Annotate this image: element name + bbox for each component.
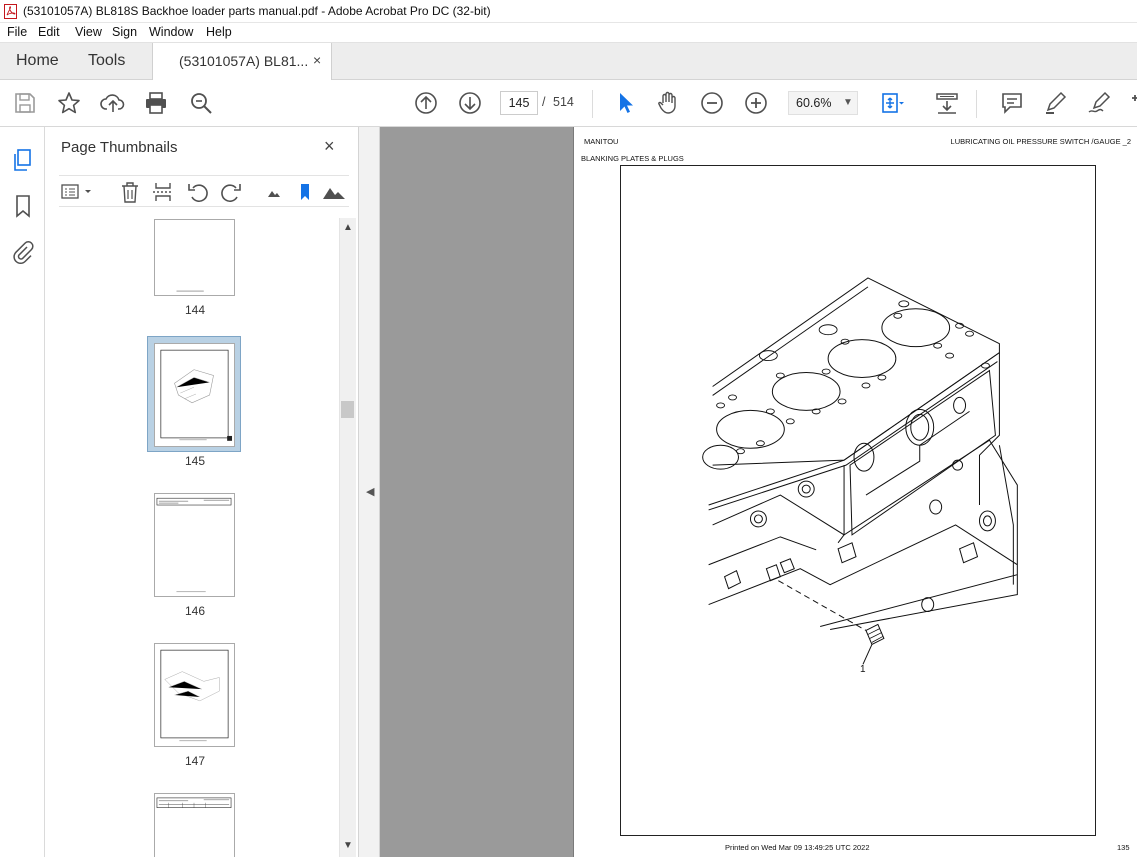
- collapse-arrow-icon: ◀: [366, 486, 375, 498]
- save-icon[interactable]: [12, 90, 38, 116]
- main-toolbar: 145 / 514 60.6% ▼: [0, 80, 1137, 127]
- thumbnail-page-number: 147: [184, 754, 206, 768]
- menu-help[interactable]: Help: [206, 25, 232, 39]
- menu-view[interactable]: View: [75, 25, 102, 39]
- menu-file[interactable]: File: [7, 25, 27, 39]
- more-tools-icon[interactable]: [1128, 90, 1137, 116]
- bookmark-icon[interactable]: [10, 193, 36, 219]
- thumbnail-page[interactable]: [154, 793, 235, 857]
- navigation-rail: [0, 127, 45, 857]
- page-up-icon[interactable]: [413, 90, 439, 116]
- select-pointer-icon[interactable]: [612, 90, 638, 116]
- page-header-right: LUBRICATING OIL PRESSURE SWITCH /GAUGE _…: [950, 137, 1131, 146]
- bookmark-marker-icon[interactable]: [293, 180, 317, 204]
- zoom-value: 60.6%: [796, 96, 832, 110]
- page-thumbnails-icon[interactable]: [10, 147, 36, 173]
- hand-icon[interactable]: [655, 90, 681, 116]
- thumbnail-toolbar: [59, 175, 349, 207]
- panel-collapse-handle[interactable]: ◀: [358, 127, 380, 857]
- thumbnail-list: 144 145 146 147: [55, 219, 339, 857]
- thumbnail-page-number: 145: [184, 454, 206, 468]
- page-footer: Printed on Wed Mar 09 13:49:25 UTC 2022: [725, 843, 870, 852]
- menu-edit[interactable]: Edit: [38, 25, 60, 39]
- tab-document-label: (53101057A) BL81...: [179, 53, 309, 69]
- panel-title: Page Thumbnails: [61, 139, 178, 156]
- engine-block-drawing: [702, 277, 1018, 665]
- page-number-input[interactable]: 145: [500, 91, 538, 115]
- scroll-down-icon[interactable]: ▼: [343, 840, 353, 851]
- document-view[interactable]: MANITOU LUBRICATING OIL PRESSURE SWITCH …: [380, 127, 1137, 857]
- rotate-right-icon[interactable]: [219, 180, 243, 204]
- pdf-page: MANITOU LUBRICATING OIL PRESSURE SWITCH …: [573, 127, 1137, 857]
- thumbnail-page[interactable]: [154, 493, 235, 597]
- scroll-up-icon[interactable]: ▲: [343, 222, 353, 233]
- thumbnail-page[interactable]: [154, 643, 235, 747]
- part-callout-number: 1: [860, 664, 866, 675]
- thumbnail-page-number: 146: [184, 604, 206, 618]
- scroll-mode-icon[interactable]: [934, 90, 960, 116]
- menu-bar: File Edit View Sign Window Help: [0, 23, 1137, 43]
- menu-sign[interactable]: Sign: [112, 25, 137, 39]
- comment-icon[interactable]: [999, 90, 1025, 116]
- tab-close-button[interactable]: ×: [313, 52, 321, 68]
- extract-pages-icon[interactable]: [151, 180, 175, 204]
- zoom-in-icon[interactable]: [743, 90, 769, 116]
- large-thumbnails-icon[interactable]: [321, 180, 349, 204]
- thumbnail-page-number: 144: [184, 303, 206, 317]
- menu-window[interactable]: Window: [149, 25, 193, 39]
- sign-pen-icon[interactable]: [1086, 90, 1112, 116]
- page-footer-number: 135: [1117, 843, 1130, 852]
- chevron-down-icon: ▼: [843, 97, 853, 108]
- print-icon[interactable]: [143, 90, 169, 116]
- tab-bar: Home Tools (53101057A) BL81... ×: [0, 43, 1137, 81]
- thumbnails-panel: Page Thumbnails × 144 145 146 147: [45, 127, 356, 857]
- rotate-left-icon[interactable]: [186, 180, 210, 204]
- small-thumbnails-icon[interactable]: [262, 180, 286, 204]
- zoom-out-icon[interactable]: [699, 90, 725, 116]
- page-subheader: BLANKING PLATES & PLUGS: [581, 154, 684, 163]
- search-zoom-icon[interactable]: [188, 90, 214, 116]
- upload-icon[interactable]: [100, 90, 126, 116]
- page-header-left: MANITOU: [584, 137, 619, 146]
- tab-home[interactable]: Home: [16, 43, 59, 80]
- highlight-pen-icon[interactable]: [1042, 90, 1068, 116]
- acrobat-app-icon: [4, 4, 17, 19]
- tab-document[interactable]: (53101057A) BL81... ×: [152, 43, 332, 81]
- page-count: 514: [553, 95, 574, 109]
- zoom-select[interactable]: 60.6% ▼: [788, 91, 858, 115]
- scrollbar-thumb[interactable]: [341, 401, 354, 418]
- thumbnail-options-icon[interactable]: [61, 180, 93, 204]
- thumbnail-page[interactable]: [154, 219, 235, 296]
- page-down-icon[interactable]: [457, 90, 483, 116]
- star-icon[interactable]: [56, 90, 82, 116]
- thumbnail-scrollbar[interactable]: ▲ ▼: [339, 218, 356, 857]
- title-bar: (53101057A) BL818S Backhoe loader parts …: [0, 0, 1137, 23]
- thumbnail-page-selected[interactable]: [154, 343, 235, 447]
- toolbar-divider: [592, 90, 593, 118]
- window-title: (53101057A) BL818S Backhoe loader parts …: [23, 4, 491, 18]
- page-separator: /: [542, 95, 546, 109]
- attachment-icon[interactable]: [10, 239, 36, 265]
- tab-tools[interactable]: Tools: [88, 43, 125, 80]
- drawing-frame: [620, 165, 1096, 836]
- fit-page-icon[interactable]: [878, 90, 904, 116]
- toolbar-divider: [976, 90, 977, 118]
- close-icon[interactable]: ×: [324, 136, 335, 157]
- delete-page-icon[interactable]: [118, 180, 142, 204]
